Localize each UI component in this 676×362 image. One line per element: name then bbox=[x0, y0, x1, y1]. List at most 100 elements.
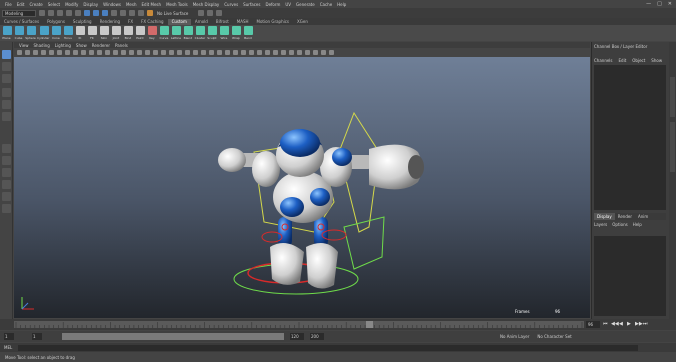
shelf-button-bend[interactable]: Bend bbox=[242, 26, 254, 40]
menu-display[interactable]: Display bbox=[83, 2, 98, 7]
shelf-button-cluster[interactable]: Cluster bbox=[194, 26, 206, 40]
single-perspective-layout-icon[interactable] bbox=[2, 144, 11, 153]
open-scene-icon[interactable] bbox=[48, 10, 54, 16]
anim-layer-dropdown[interactable]: No Anim Layer bbox=[500, 333, 529, 340]
channel-menu-edit[interactable]: Edit bbox=[619, 58, 627, 64]
viewport-menu-lighting[interactable]: Lighting bbox=[55, 43, 71, 48]
layer-menu-help[interactable]: Help bbox=[633, 222, 642, 228]
channel-box-body[interactable] bbox=[594, 65, 666, 210]
command-language-label[interactable]: MEL bbox=[4, 345, 12, 350]
viewport-tool-icon[interactable] bbox=[89, 50, 94, 55]
menu-generate[interactable]: Generate bbox=[296, 2, 315, 7]
menu-uv[interactable]: UV bbox=[285, 2, 291, 7]
tab-channel-box[interactable] bbox=[670, 122, 675, 172]
playback-button-[interactable]: ◀◀ bbox=[611, 320, 619, 328]
menu-edit[interactable]: Edit bbox=[17, 2, 25, 7]
viewport-tool-icon[interactable] bbox=[329, 50, 334, 55]
viewport-tool-icon[interactable] bbox=[129, 50, 134, 55]
snap-grid-icon[interactable] bbox=[111, 10, 117, 16]
undo-icon[interactable] bbox=[66, 10, 72, 16]
3d-viewport[interactable] bbox=[14, 57, 590, 318]
lasso-tool-icon[interactable] bbox=[2, 62, 11, 71]
channel-menu-channels[interactable]: Channels bbox=[594, 58, 613, 64]
four-view-layout-icon[interactable] bbox=[2, 156, 11, 165]
viewport-tool-icon[interactable] bbox=[233, 50, 238, 55]
anim-end-field[interactable]: 200 bbox=[310, 333, 324, 340]
viewport-menu-shading[interactable]: Shading bbox=[34, 43, 50, 48]
menu-windows[interactable]: Windows bbox=[103, 2, 121, 7]
viewport-tool-icon[interactable] bbox=[33, 50, 38, 55]
scale-tool-icon[interactable] bbox=[2, 112, 11, 121]
channel-menu-show[interactable]: Show bbox=[651, 58, 662, 64]
menu-file[interactable]: File bbox=[5, 2, 12, 7]
menu-create[interactable]: Create bbox=[29, 2, 42, 7]
time-slider-track[interactable] bbox=[14, 321, 584, 328]
viewport-tool-icon[interactable] bbox=[177, 50, 182, 55]
layer-tab-anim[interactable]: Anim bbox=[635, 213, 651, 220]
snap-surface-icon[interactable] bbox=[138, 10, 144, 16]
start-frame-field[interactable]: 1 bbox=[4, 333, 14, 340]
viewport-tool-icon[interactable] bbox=[201, 50, 206, 55]
snap-point-icon[interactable] bbox=[129, 10, 135, 16]
menu-select[interactable]: Select bbox=[48, 2, 60, 7]
menu-help[interactable]: Help bbox=[337, 2, 346, 7]
viewport-tool-icon[interactable] bbox=[313, 50, 318, 55]
playback-button-[interactable]: ⏮ bbox=[603, 320, 609, 328]
make-live-icon[interactable] bbox=[147, 10, 153, 16]
layer-editor-body[interactable] bbox=[594, 236, 666, 316]
shelf-button-cylinder[interactable]: Cylinder bbox=[37, 26, 49, 40]
viewport-tool-icon[interactable] bbox=[273, 50, 278, 55]
viewport-tool-icon[interactable] bbox=[321, 50, 326, 55]
paint-select-tool-icon[interactable] bbox=[2, 74, 11, 83]
layer-menu-layers[interactable]: Layers bbox=[594, 222, 607, 228]
shelf-button-sphere[interactable]: Sphere bbox=[25, 26, 36, 40]
viewport-tool-icon[interactable] bbox=[217, 50, 222, 55]
viewport-tool-icon[interactable] bbox=[249, 50, 254, 55]
close-icon[interactable]: ✕ bbox=[668, 1, 672, 7]
shelf-button-curve[interactable]: Curve bbox=[158, 26, 170, 40]
viewport-tool-icon[interactable] bbox=[225, 50, 230, 55]
custom-layout-icon[interactable] bbox=[2, 204, 11, 213]
new-scene-icon[interactable] bbox=[39, 10, 45, 16]
menu-deform[interactable]: Deform bbox=[265, 2, 280, 7]
move-tool-icon[interactable] bbox=[2, 88, 11, 97]
render-settings-icon[interactable] bbox=[216, 10, 223, 16]
ipr-render-icon[interactable] bbox=[207, 10, 214, 16]
shelf-button-paint[interactable]: Paint bbox=[134, 26, 146, 40]
viewport-tool-icon[interactable] bbox=[113, 50, 118, 55]
current-time-marker[interactable] bbox=[366, 321, 373, 328]
viewport-tool-icon[interactable] bbox=[257, 50, 262, 55]
playback-button-[interactable]: ◀ bbox=[619, 320, 625, 328]
menu-modify[interactable]: Modify bbox=[65, 2, 78, 7]
minimize-icon[interactable]: — bbox=[646, 1, 651, 7]
viewport-tool-icon[interactable] bbox=[209, 50, 214, 55]
playback-button-[interactable]: ▶ bbox=[627, 320, 633, 328]
viewport-menu-show[interactable]: Show bbox=[76, 43, 87, 48]
ik-handle-control[interactable] bbox=[343, 216, 385, 270]
maximize-icon[interactable]: □ bbox=[657, 1, 662, 7]
viewport-tool-icon[interactable] bbox=[145, 50, 150, 55]
viewport-tool-icon[interactable] bbox=[137, 50, 142, 55]
viewport-tool-icon[interactable] bbox=[161, 50, 166, 55]
shelf-button-plane[interactable]: Plane bbox=[1, 26, 12, 40]
viewport-tool-icon[interactable] bbox=[49, 50, 54, 55]
viewport-tool-icon[interactable] bbox=[281, 50, 286, 55]
command-input[interactable] bbox=[18, 344, 639, 351]
render-icon[interactable] bbox=[198, 10, 205, 16]
shelf-button-blend[interactable]: Blend bbox=[182, 26, 194, 40]
viewport-tool-icon[interactable] bbox=[169, 50, 174, 55]
select-tool-icon[interactable] bbox=[2, 50, 11, 59]
shelf-button-fk[interactable]: FK bbox=[86, 26, 98, 40]
layer-menu-options[interactable]: Options bbox=[612, 222, 627, 228]
range-slider-bar[interactable] bbox=[62, 333, 284, 340]
menu-mesh-display[interactable]: Mesh Display bbox=[193, 2, 220, 7]
viewport-menu-panels[interactable]: Panels bbox=[115, 43, 128, 48]
viewport-menu-view[interactable]: View bbox=[19, 43, 29, 48]
viewport-tool-icon[interactable] bbox=[73, 50, 78, 55]
menu-cache[interactable]: Cache bbox=[320, 2, 332, 7]
range-start-field[interactable]: 1 bbox=[32, 333, 42, 340]
persp-graph-layout-icon[interactable] bbox=[2, 180, 11, 189]
viewport-tool-icon[interactable] bbox=[105, 50, 110, 55]
viewport-tool-icon[interactable] bbox=[57, 50, 62, 55]
layer-tab-display[interactable]: Display bbox=[594, 213, 615, 220]
